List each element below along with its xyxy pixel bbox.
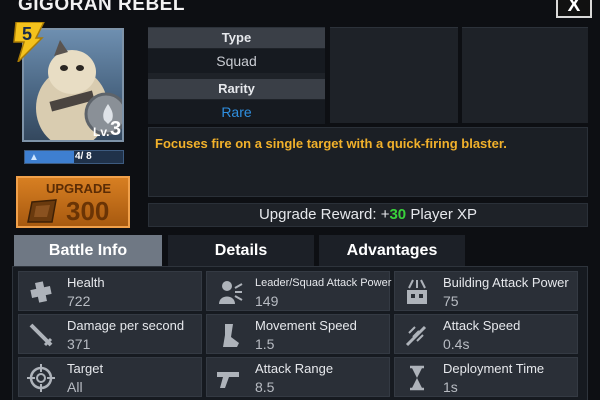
tab-advantages[interactable]: Advantages xyxy=(319,235,465,267)
health-icon xyxy=(30,281,52,303)
tab-details[interactable]: Details xyxy=(168,235,314,267)
upgrade-arrow-icon: ▲ xyxy=(29,152,39,163)
stat-label: Health xyxy=(67,275,105,290)
stat-building-attack: Building Attack Power 75 xyxy=(394,271,578,311)
level-value: 3 xyxy=(110,118,122,140)
tier-badge: 5 xyxy=(12,21,46,63)
card-progress-text: 4/ 8 xyxy=(75,151,92,162)
stat-value: 1.5 xyxy=(255,336,275,352)
stat-value: 0.4s xyxy=(443,336,470,352)
stat-damage-per-second: Damage per second 371 xyxy=(18,314,202,354)
tab-battle-info[interactable]: Battle Info xyxy=(14,235,162,267)
rarity-label: Rarity xyxy=(148,79,325,99)
level-label: Lv. xyxy=(93,125,110,139)
stat-label: Building Attack Power xyxy=(443,275,569,290)
stat-value: 371 xyxy=(67,336,91,352)
reward-suffix: Player XP xyxy=(406,206,478,223)
tier-value: 5 xyxy=(22,24,33,44)
stat-label: Deployment Time xyxy=(443,361,545,376)
damage-icon xyxy=(29,323,53,347)
attack-speed-icon xyxy=(405,325,427,347)
stat-health: Health 722 xyxy=(18,271,202,311)
stat-value: 149 xyxy=(255,293,279,309)
stat-value: 1s xyxy=(443,379,458,395)
stat-target: Target All xyxy=(18,357,202,397)
unit-description: Focuses fire on a single target with a q… xyxy=(155,136,507,151)
stat-label: Attack Range xyxy=(255,361,334,376)
upgrade-reward: Upgrade Reward: +30 Player XP xyxy=(148,203,588,227)
type-value: Squad xyxy=(148,49,325,73)
stat-attack-speed: Attack Speed 0.4s xyxy=(394,314,578,354)
target-icon xyxy=(27,364,55,392)
upgrade-button[interactable]: UPGRADE 300 xyxy=(16,176,130,228)
upgrade-label: UPGRADE xyxy=(46,181,112,196)
reward-amount: 30 xyxy=(389,206,407,223)
description-box: Focuses fire on a single target with a q… xyxy=(148,127,588,197)
stat-value: 8.5 xyxy=(255,379,275,395)
hourglass-icon xyxy=(410,365,424,391)
card-progress-bar: ▲ 4/ 8 xyxy=(24,150,124,164)
rarity-value: Rare xyxy=(148,100,325,124)
type-label: Type xyxy=(148,28,325,48)
stat-label: Attack Speed xyxy=(443,318,521,333)
stat-attack-range: Attack Range 8.5 xyxy=(206,357,390,397)
stat-label: Leader/Squad Attack Power xyxy=(255,277,392,289)
info-column-empty xyxy=(462,27,588,123)
movement-speed-icon xyxy=(223,324,239,347)
stat-label: Movement Speed xyxy=(255,318,357,333)
blaster-icon xyxy=(217,372,239,388)
stat-value: All xyxy=(67,379,83,395)
stat-deployment-time: Deployment Time 1s xyxy=(394,357,578,397)
stat-label: Damage per second xyxy=(67,318,185,333)
close-button[interactable]: X xyxy=(556,0,592,18)
stat-movement-speed: Movement Speed 1.5 xyxy=(206,314,390,354)
reward-prefix: Upgrade Reward: + xyxy=(258,206,390,223)
stat-label: Target xyxy=(67,361,104,376)
building-attack-icon xyxy=(407,279,427,304)
squad-attack-icon xyxy=(219,281,243,304)
stat-value: 75 xyxy=(443,293,459,309)
credits-icon xyxy=(27,199,57,223)
unit-title: GIGORAN REBEL xyxy=(18,0,185,15)
stat-value: 722 xyxy=(67,293,91,309)
upgrade-cost: 300 xyxy=(66,196,110,226)
stat-squad-attack: Leader/Squad Attack Power 149 xyxy=(206,271,392,311)
info-column-empty xyxy=(330,27,458,123)
